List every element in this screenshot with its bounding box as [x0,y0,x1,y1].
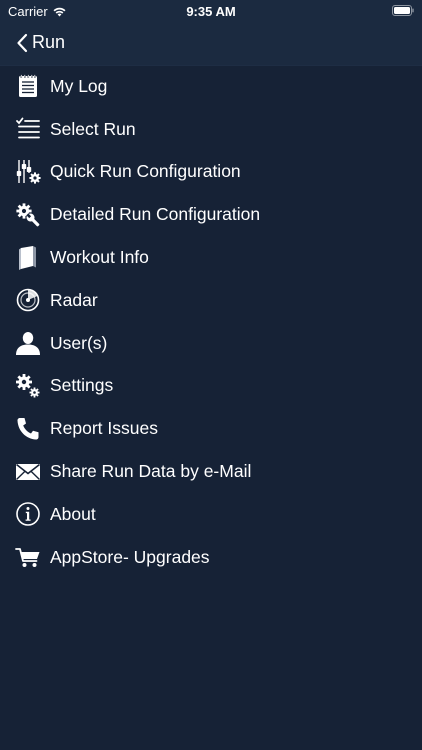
menu-item-radar[interactable]: Radar [0,279,422,322]
cart-icon [15,544,41,570]
menu-item-quick-run-configuration[interactable]: Quick Run Configuration [0,151,422,194]
menu-item-about[interactable]: About [0,493,422,536]
menu-item-users[interactable]: User(s) [0,322,422,365]
status-bar: Carrier 9:35 AM [0,0,422,22]
phone-icon [15,416,41,442]
menu-item-label: Workout Info [50,247,149,268]
gear-wrench-icon [15,202,41,228]
back-button[interactable]: Run [16,32,65,53]
book-icon [15,245,41,271]
menu-item-label: AppStore- Upgrades [50,546,210,567]
menu-item-appstore-upgrades[interactable]: AppStore- Upgrades [0,536,422,579]
envelope-icon [15,459,41,485]
menu-item-label: Detailed Run Configuration [50,204,261,225]
menu-item-label: Radar [50,289,98,310]
status-time: 9:35 AM [186,4,236,19]
menu-item-select-run[interactable]: Select Run [0,108,422,151]
menu-item-detailed-run-configuration[interactable]: Detailed Run Configuration [0,193,422,236]
menu-item-label: Settings [50,375,114,396]
sliders-gear-icon [15,159,41,185]
menu-item-label: User(s) [50,332,108,353]
menu-item-settings[interactable]: Settings [0,365,422,408]
battery-icon [392,5,414,16]
gears-icon [15,373,41,399]
chevron-left-icon [17,33,28,52]
menu-item-workout-info[interactable]: Workout Info [0,236,422,279]
menu-item-report-issues[interactable]: Report Issues [0,407,422,450]
menu-item-label: Select Run [50,118,136,139]
notepad-icon [15,73,41,99]
menu-item-my-log[interactable]: My Log [0,65,422,108]
menu-item-label: About [50,503,96,524]
checklist-icon [15,116,41,142]
menu-list: My Log Select Run Quick Run Configuratio… [0,65,422,579]
info-icon [15,501,41,527]
navigation-bar: Run [0,22,422,66]
menu-item-label: My Log [50,75,108,96]
menu-item-label: Share Run Data by e-Mail [50,461,252,482]
back-label: Run [32,32,66,52]
user-icon [15,330,41,356]
menu-item-label: Report Issues [50,418,158,439]
radar-icon [15,287,41,313]
menu-item-label: Quick Run Configuration [50,161,241,182]
menu-item-share-run-data[interactable]: Share Run Data by e-Mail [0,450,422,493]
